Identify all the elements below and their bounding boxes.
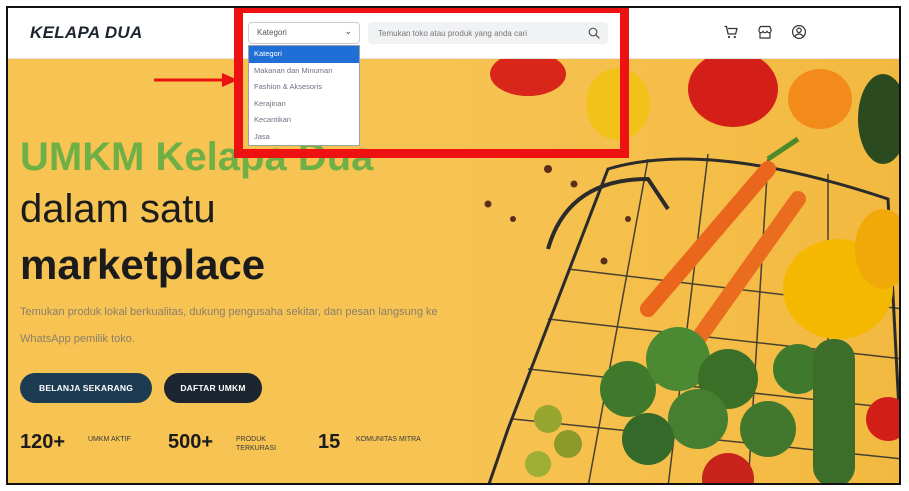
annotation-highlight-box [234,8,629,158]
stat-label-line: KOMUNITAS MITRA [356,436,421,443]
brand-logo[interactable]: KELAPA DUA [30,23,143,43]
stat-value: 500+ [168,431,214,453]
stat-label-line: UMKM AKTIF [88,436,131,443]
stat-value: 120+ [20,431,66,453]
screenshot-frame: KELAPA DUA Kategori ⌄ Temukan toko atau … [6,6,901,485]
cart-icon[interactable] [722,23,740,41]
stat-value: 15 [318,431,341,453]
register-umkm-button[interactable]: DAFTAR UMKM [164,373,262,403]
stat-label: UMKM AKTIF [88,435,131,444]
hero-heading-line3: marketplace [20,241,266,288]
hero-description: Temukan produk lokal berkualitas, dukung… [20,306,438,345]
stat-label: KOMUNITAS MITRA [356,435,421,444]
user-icon[interactable] [790,23,808,41]
store-icon[interactable] [756,23,774,41]
stat-label: PRODUK TERKURASI [236,435,276,453]
stat-label-line: PRODUK [236,436,266,443]
annotation-arrow-icon [154,73,238,87]
shop-now-button[interactable]: BELANJA SEKARANG [20,373,152,403]
hero-heading-line2: dalam satu [20,187,216,231]
stat-label-line: TERKURASI [236,445,277,452]
